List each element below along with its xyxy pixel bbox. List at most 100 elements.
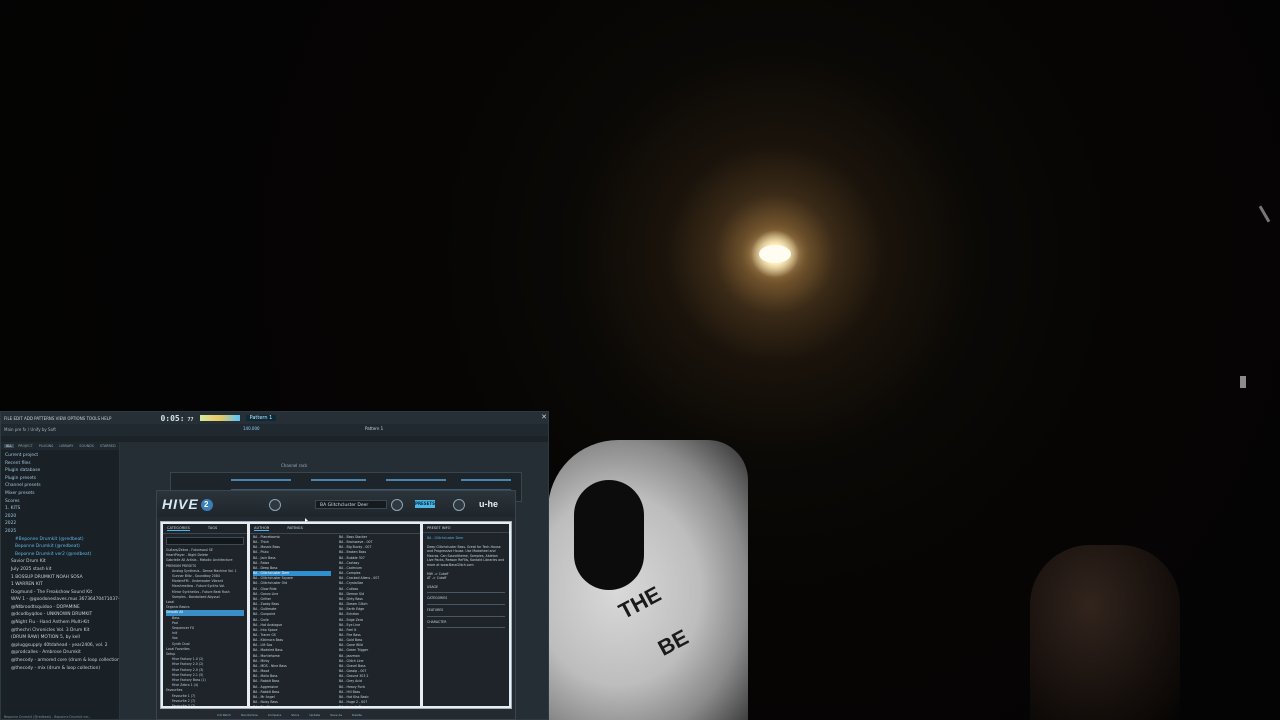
hive-header: HIVE 2 BA Glitchcluster Deer PRESETS u-he [157,491,515,517]
footer-button[interactable]: Delete [352,713,362,719]
step-sequence[interactable] [311,479,366,481]
browser-item[interactable]: 1. KITS [5,505,119,513]
footer-button[interactable]: Init Patch [217,713,231,719]
headphones [574,480,644,590]
browser-item[interactable]: Dogmund - The Freakshow Sound Kit [5,589,119,597]
browser-item[interactable]: @Night Flu - Hand Anthem Multi-Kit [5,619,119,627]
category-item[interactable]: Favourite 3 (7) [166,704,244,706]
browser-item[interactable]: Plugin presets [5,475,119,483]
browser-item[interactable]: @thecody - armored core (drum & loop col… [5,657,119,665]
undo-icon[interactable] [391,499,403,511]
preset-info-title: PRESET INFO [427,526,451,530]
footer-button[interactable]: Compare [268,713,282,719]
hive-plugin-window: HIVE 2 BA Glitchcluster Deer PRESETS u-he… [156,490,516,720]
master-knob[interactable] [453,499,465,511]
file-browser: ALL PROJECT PLUGINS LIBRARY SOUNDS STARRED Cu… [1,442,120,719]
browser-item[interactable]: @pluggsupply 40tdahead - year2406, vol. … [5,642,119,650]
step-sequence[interactable] [231,479,291,481]
presets-button[interactable]: PRESETS [415,500,435,508]
ceiling-light [759,245,791,263]
step-sequence[interactable] [461,479,511,481]
browser-item[interactable]: @prodcalles - Ambrose Drumkit [5,649,119,657]
preset-list-tabs: AUTHOR RATINGS [250,524,420,534]
browser-item[interactable]: Beponne Drumkit (@redbeat) [5,543,119,551]
hint-text: Main pre fx / Unify by Soft [4,427,56,432]
browser-item[interactable]: Beponne Drumkit ver2 (@redbeat) [5,551,119,559]
second-person [1030,545,1180,720]
browser-item[interactable]: 1 BOSSUP DRUMKIT NOAH SOSA [5,574,119,582]
browser-item[interactable]: @dcodbyqdoo - UNKNOWN DRUMKIT [5,611,119,619]
pattern-label[interactable]: Pattern 1 [365,426,383,431]
volume-knob[interactable] [269,499,281,511]
browser-tab[interactable]: PROJECT [16,444,35,448]
browser-item[interactable]: Current project [5,452,119,460]
preset-info: BA - Glitchcluster Deer Deep Glitchclust… [423,533,509,634]
category-tabs: CATEGORIES TAGS [163,524,247,534]
browser-status: Beponne Drumkit (@redbeat) - Beponne Dru… [4,715,92,719]
close-icon[interactable]: ✕ [541,413,547,421]
pattern-selector[interactable]: Pattern 1 [245,415,277,421]
browser-item[interactable]: 2022 [5,520,119,528]
browser-item[interactable]: July 2025 stash kit [5,566,119,574]
preset-info-field: CHARACTER [427,619,447,624]
preset-browser: CATEGORIES TAGS Guitars/Zebra - Futuresou… [160,521,512,709]
browser-item[interactable]: 1 WARREN KIT [5,581,119,589]
hoodie-print: BE [653,624,693,661]
category-item[interactable]: Gabrielle All Artists - Melodic Architec… [166,558,244,563]
tempo-display[interactable]: 140.000 [243,426,260,431]
preset-name-field[interactable]: BA Glitchcluster Deer [315,500,387,509]
hoodie-print: THE [614,581,666,624]
browser-tabs: ALL PROJECT PLUGINS LIBRARY SOUNDS STARRED [1,442,119,450]
browser-item[interactable]: Plugin database [5,467,119,475]
list-tab[interactable]: AUTHOR [254,526,270,531]
footer-button[interactable]: Save As [330,713,342,719]
preset-info-fields: USAGE CATEGORIES FEATURES CHARACTER [427,584,505,629]
category-tab[interactable]: TAGS [208,526,217,531]
preset-item[interactable]: BA - Insects Bass [339,705,417,706]
browser-item[interactable]: 2025 [5,528,119,536]
hive-footer: Init Patch Randomize Compare Store Update Sav… [217,713,457,719]
preset-list-panel: AUTHOR RATINGS BA - Planetbomb BA - Thick B… [250,524,420,706]
preset-info-header: PRESET INFO [423,524,509,533]
step-sequence[interactable] [386,479,446,481]
browser-item[interactable]: 2020 [5,513,119,521]
browser-item[interactable]: #Beponne Drumkit (@redbeat) [5,536,119,544]
browser-item[interactable]: Mixer presets [5,490,119,498]
divider [427,592,505,594]
browser-item[interactable]: @thechri Chronicles Vol. 3 Drum Kit [5,627,119,635]
fl-toolbar: FILE EDIT ADD PATTERNS VIEW OPTIONS TOOL… [1,412,548,424]
divider [427,603,505,605]
browser-tab[interactable]: STARRED [98,444,118,448]
cpu-meter [199,415,240,421]
preset-info-field: FEATURES [427,607,444,612]
preset-info-name: BA - Glitchcluster Deer [427,536,464,540]
uhe-logo: u-he [479,499,498,509]
footer-button[interactable]: Randomize [241,713,258,719]
footer-button[interactable]: Update [309,713,320,719]
browser-item[interactable]: @thecody - mix (drum & loop collection) [5,665,119,673]
list-tab[interactable]: RATINGS [287,526,303,531]
divider [427,627,505,629]
fl-menu[interactable]: FILE EDIT ADD PATTERNS VIEW OPTIONS TOOL… [4,416,111,421]
browser-tab[interactable]: PLUGINS [37,444,56,448]
browser-item[interactable]: @Ntbroodtsquidoo - DOPAMINE [5,604,119,612]
browser-item[interactable]: Savior Drum Kit [5,558,119,566]
hive-logo: HIVE 2 [162,496,213,512]
browser-item[interactable]: Recent files [5,460,119,468]
background-object [1240,376,1246,388]
category-search-input[interactable] [166,537,244,545]
song-position: 0:05: 77 [160,413,194,423]
browser-item[interactable]: (DRUM RAW) MOTION 5, by kell [5,634,119,642]
category-tab[interactable]: CATEGORIES [167,526,190,531]
preset-info-field: USAGE [427,584,439,589]
browser-item[interactable]: Channel presets [5,482,119,490]
browser-tab[interactable]: SOUNDS [77,444,96,448]
browser-item[interactable]: Scores [5,498,119,506]
browser-tab[interactable]: ALL [4,444,15,448]
channel-rack-title: Channel rack [281,463,308,468]
preset-item[interactable]: BA - Rig Biggy [253,705,331,706]
browser-tab[interactable]: LIBRARY [57,444,75,448]
browser-item[interactable]: WAV 1 - @goodoneslaves.mus 3673647047103… [5,596,119,604]
footer-button[interactable]: Store [291,713,299,719]
preset-info-field: CATEGORIES [427,596,448,601]
